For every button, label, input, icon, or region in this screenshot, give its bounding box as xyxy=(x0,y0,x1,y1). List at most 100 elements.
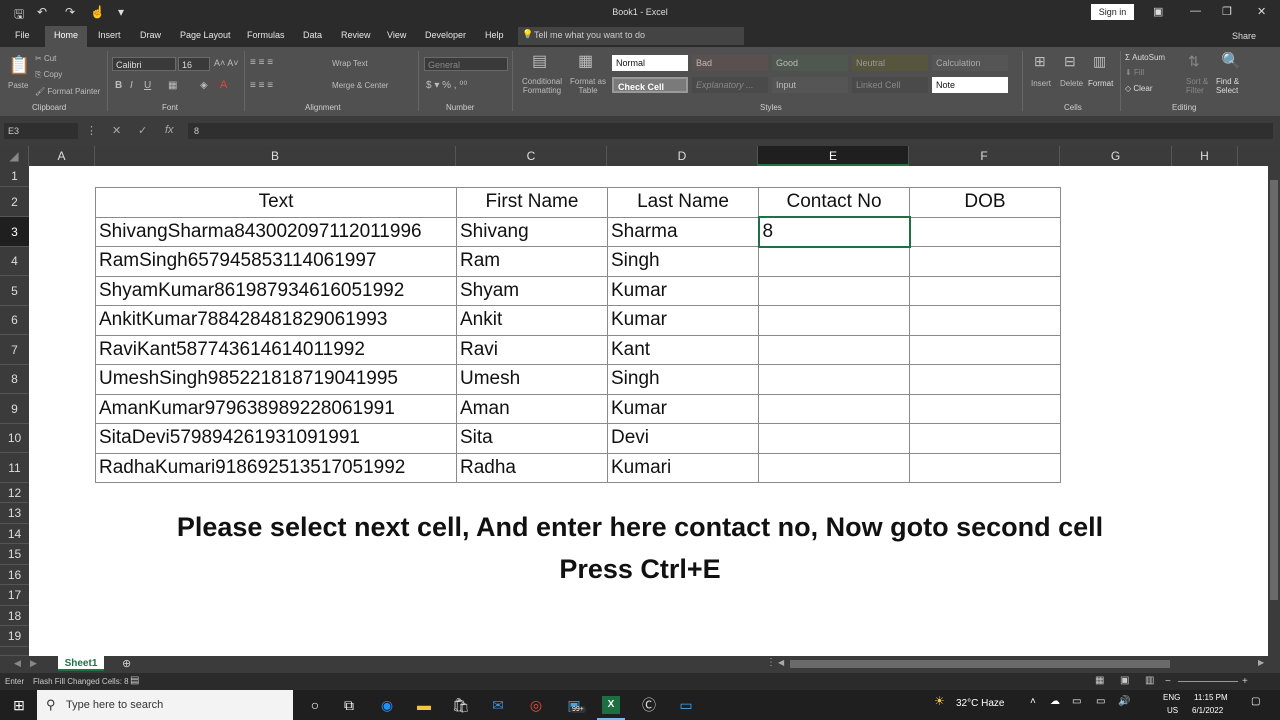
zoom-in-icon[interactable]: + xyxy=(1242,676,1248,687)
row-header[interactable]: 17 xyxy=(0,585,29,606)
cell[interactable] xyxy=(758,275,910,306)
row-header[interactable]: 9 xyxy=(0,394,29,424)
task-view-icon[interactable]: ⧉ xyxy=(340,696,358,714)
next-sheet-icon[interactable]: ▶ xyxy=(30,658,37,669)
borders-icon[interactable]: ▦ xyxy=(168,80,177,91)
cell[interactable]: Ravi xyxy=(456,334,608,365)
sign-in-button[interactable]: Sign in xyxy=(1091,4,1134,20)
column-header-a[interactable]: A xyxy=(29,146,95,166)
cell[interactable] xyxy=(758,452,910,483)
style-calculation[interactable]: Calculation xyxy=(932,55,1008,71)
prev-sheet-icon[interactable]: ◀ xyxy=(14,658,21,669)
cell[interactable]: Kumari xyxy=(607,452,759,483)
cell[interactable] xyxy=(758,305,910,336)
number-format-icons[interactable]: $ ▾ % , ⁰⁰ xyxy=(426,80,467,91)
clock-date[interactable]: 6/1/2022 xyxy=(1192,706,1223,715)
column-header-e[interactable]: E xyxy=(758,146,909,166)
cell[interactable]: Kumar xyxy=(607,275,759,306)
cell[interactable]: Sharma xyxy=(607,216,759,247)
cell[interactable]: AmanKumar979638989228061991 xyxy=(95,393,457,424)
cell[interactable]: Kant xyxy=(607,334,759,365)
autosum-button[interactable]: Σ AutoSum xyxy=(1125,53,1165,62)
language-region[interactable]: US xyxy=(1167,706,1178,715)
cell[interactable]: ShyamKumar861987934616051992 xyxy=(95,275,457,306)
chrome-icon[interactable]: ◎ xyxy=(527,696,545,714)
header-cell-dob[interactable]: DOB xyxy=(909,187,1061,218)
tab-file[interactable]: File xyxy=(15,30,30,40)
header-cell-first-name[interactable]: First Name xyxy=(456,187,608,218)
column-header-b[interactable]: B xyxy=(95,146,456,166)
clear-button[interactable]: ◇ Clear xyxy=(1125,84,1153,93)
cortana-icon[interactable]: ○ xyxy=(306,696,324,714)
tab-view[interactable]: View xyxy=(387,30,406,40)
row-header[interactable]: 18 xyxy=(0,606,29,626)
new-sheet-icon[interactable]: ⊕ xyxy=(122,657,131,670)
row-header[interactable]: 14 xyxy=(0,524,29,544)
insert-function-icon[interactable]: fx xyxy=(165,124,174,136)
header-cell-contact-no[interactable]: Contact No xyxy=(758,187,910,218)
cell[interactable]: Shyam xyxy=(456,275,608,306)
page-layout-view-icon[interactable]: ▣ xyxy=(1120,675,1129,686)
tab-data[interactable]: Data xyxy=(303,30,322,40)
fill-color-icon[interactable]: ◈ xyxy=(200,80,208,91)
meet-now-icon[interactable]: ▭ xyxy=(1072,696,1081,707)
format-painter-button[interactable]: 🖌 Format Painter xyxy=(35,87,100,96)
split-handle-icon[interactable]: ⋮ xyxy=(766,657,776,668)
align-top-icons[interactable]: ≡ ≡ ≡ xyxy=(250,57,273,68)
row-header[interactable]: 6 xyxy=(0,306,29,335)
macro-record-icon[interactable]: ▤ xyxy=(130,675,139,686)
cell[interactable]: Ankit xyxy=(456,305,608,336)
paste-button[interactable]: Paste xyxy=(8,81,28,90)
cell[interactable] xyxy=(909,423,1061,454)
zoom-slider[interactable] xyxy=(1178,681,1238,682)
number-format-select[interactable]: General xyxy=(424,57,508,71)
vertical-scroll-thumb[interactable] xyxy=(1270,180,1278,600)
cell[interactable]: Devi xyxy=(607,423,759,454)
delete-cells-icon[interactable]: ⊟ xyxy=(1064,53,1076,70)
cell[interactable]: Ram xyxy=(456,246,608,277)
horizontal-scroll-thumb[interactable] xyxy=(790,660,1170,668)
row-header[interactable]: 16 xyxy=(0,565,29,585)
tab-developer[interactable]: Developer xyxy=(425,30,466,40)
column-header-c[interactable]: C xyxy=(456,146,607,166)
column-header-g[interactable]: G xyxy=(1060,146,1172,166)
zoom-out-icon[interactable]: − xyxy=(1165,676,1171,687)
close-icon[interactable]: ✕ xyxy=(1257,5,1266,18)
copy-button[interactable]: ⎘ Copy xyxy=(35,70,62,80)
page-break-view-icon[interactable]: ▥ xyxy=(1145,675,1154,686)
header-cell-last-name[interactable]: Last Name xyxy=(607,187,759,218)
cell[interactable]: Kumar xyxy=(607,393,759,424)
tell-me-search[interactable]: 💡 Tell me what you want to do xyxy=(518,27,744,45)
active-cell[interactable]: 8 xyxy=(757,216,911,248)
file-explorer-icon[interactable]: ▬ xyxy=(415,696,433,714)
cell[interactable]: AnkitKumar788428481829061993 xyxy=(95,305,457,336)
cell[interactable] xyxy=(758,423,910,454)
language-indicator[interactable]: ENG xyxy=(1163,693,1180,702)
scroll-left-icon[interactable]: ◀ xyxy=(778,658,784,667)
row-header[interactable]: 11 xyxy=(0,453,29,483)
style-good[interactable]: Good xyxy=(772,55,848,71)
find-select-icon[interactable]: 🔍 xyxy=(1221,51,1241,71)
cell[interactable] xyxy=(758,393,910,424)
column-header-f[interactable]: F xyxy=(909,146,1060,166)
style-check-cell[interactable]: Check Cell xyxy=(612,77,688,93)
minimize-icon[interactable]: — xyxy=(1190,5,1201,17)
normal-view-icon[interactable]: ▦ xyxy=(1095,675,1104,686)
row-header[interactable]: 8 xyxy=(0,365,29,394)
sort-filter-button[interactable]: Sort & Filter xyxy=(1186,77,1216,95)
clock-time[interactable]: 11:15 PM xyxy=(1194,693,1228,702)
cell[interactable]: Singh xyxy=(607,246,759,277)
cell[interactable] xyxy=(909,334,1061,365)
font-size-select[interactable]: 16 xyxy=(178,57,210,71)
store-icon[interactable]: 🛍 xyxy=(452,696,470,714)
row-header[interactable]: 12 xyxy=(0,483,29,503)
cancel-entry-icon[interactable]: ✕ xyxy=(112,124,121,137)
format-as-table-button[interactable]: Format as Table xyxy=(566,77,610,95)
tab-review[interactable]: Review xyxy=(341,30,371,40)
cell[interactable] xyxy=(758,246,910,277)
cell[interactable] xyxy=(909,246,1061,277)
weather-icon[interactable]: ☀ xyxy=(934,694,945,708)
sort-filter-icon[interactable]: ⇅ xyxy=(1188,53,1200,70)
style-linked-cell[interactable]: Linked Cell xyxy=(852,77,928,93)
formula-input[interactable]: 8 xyxy=(188,123,1273,139)
